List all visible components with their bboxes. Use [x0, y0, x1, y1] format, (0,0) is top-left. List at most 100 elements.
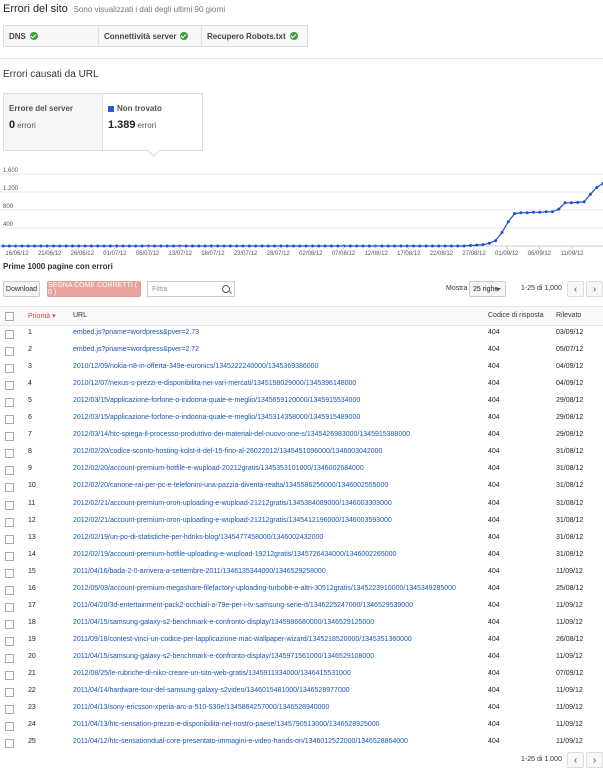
row-url-link[interactable]: 2011/09/18/contest-vinci-un-codice-per-l…: [73, 636, 412, 643]
row-detected-date: 31/08/12: [556, 550, 584, 558]
row-checkbox[interactable]: [5, 653, 14, 663]
row-checkbox[interactable]: [5, 568, 14, 578]
row-detected-date: 03/09/12: [556, 329, 584, 336]
table-row[interactable]: 19 2011/09/18/contest-vinci-un-codice-per…: [0, 632, 603, 649]
table-row[interactable]: 6 2012/03/15/applicazione-forfone-o-indoo…: [0, 410, 603, 427]
data-point: [260, 244, 264, 248]
status-dns[interactable]: DNS: [4, 26, 99, 46]
table-row[interactable]: 8 2012/02/20/codice-sconto-hosting-kolst-…: [0, 444, 603, 461]
row-url-link[interactable]: 2011/04/15/samsung-galaxy-s2-benchmark-e…: [73, 619, 374, 626]
row-checkbox[interactable]: [5, 688, 14, 698]
row-url-link[interactable]: 2012/02/20/codice-sconto-hosting-kolst-i…: [73, 448, 382, 455]
table-row[interactable]: 24 2011/04/13/htc-sensation-prezzo-e-disp…: [0, 717, 603, 734]
row-checkbox[interactable]: [5, 551, 14, 561]
row-url-link[interactable]: 2012/02/21/account-premium-oron-uploadin…: [73, 500, 392, 507]
data-point: [235, 244, 239, 248]
select-all-checkbox[interactable]: [5, 312, 14, 321]
row-url-link[interactable]: 2011/04/13/htc-sensation-prezzo-e-dispon…: [73, 721, 380, 728]
row-checkbox[interactable]: [5, 585, 14, 595]
table-row[interactable]: 25 2011/04/12/htc-sensationdual-core-pres…: [0, 734, 603, 751]
row-checkbox[interactable]: [5, 705, 14, 715]
row-response-code: 404: [488, 618, 500, 626]
table-row[interactable]: 11 2012/02/21/account-premium-oron-upload…: [0, 496, 603, 513]
table-row[interactable]: 10 2012/02/20/canone-rai-per-pc-e-telefon…: [0, 478, 603, 495]
table-row[interactable]: 7 2012/03/14/htc-spiega-il-processo-produ…: [0, 427, 603, 444]
next-page-button[interactable]: ›: [586, 752, 603, 768]
table-row[interactable]: 18 2011/04/15/samsung-galaxy-s2-benchmark…: [0, 615, 603, 632]
table-row[interactable]: 15 2011/04/16/bada-2-0-arrivera-a-settemb…: [0, 564, 603, 581]
row-url-link[interactable]: 2012/03/15/applicazione-forfone-o-indoon…: [73, 414, 360, 421]
row-url-link[interactable]: 2010/12/07/nexus-s-prezzi-e-disponibilit…: [73, 380, 356, 387]
rows-per-page-select[interactable]: 25 righe: [469, 281, 506, 297]
row-checkbox[interactable]: [5, 517, 14, 527]
row-url-link[interactable]: 2011/04/13/sony-ericsson-xperia-arc-a-51…: [73, 704, 329, 711]
table-row[interactable]: 17 2011/04/20/3d-entertainment-pack2-occh…: [0, 598, 603, 615]
row-checkbox[interactable]: [5, 415, 14, 425]
row-checkbox[interactable]: [5, 534, 14, 544]
table-row[interactable]: 12 2012/02/21/account-premium-oron-upload…: [0, 513, 603, 530]
row-url-link[interactable]: 2012/02/19/un-po-di-statistiche-per-hdri…: [73, 534, 323, 541]
row-checkbox[interactable]: [5, 483, 14, 493]
row-checkbox[interactable]: [5, 449, 14, 459]
table-row[interactable]: 3 2010/12/09/nokia-n8-in-offerta-349e-eur…: [0, 359, 603, 376]
row-checkbox[interactable]: [5, 722, 14, 732]
row-checkbox[interactable]: [5, 602, 14, 612]
table-row[interactable]: 21 2012/08/25/le-rubriche-di-niko-creare-…: [0, 666, 603, 683]
mark-fixed-button[interactable]: SEGNA COME CORRETTI ( 0 ): [47, 281, 141, 297]
row-url-link[interactable]: 2011/04/15/samsung-galaxy-s2-benchmark-e…: [73, 653, 374, 660]
download-button[interactable]: Download: [3, 281, 40, 297]
column-detected[interactable]: Rilevato: [556, 312, 581, 319]
table-row[interactable]: 22 2011/04/14/hardware-tour-del-samsung-g…: [0, 683, 603, 700]
table-row[interactable]: 2 embed.js?pname=wordpress&pver=2.72 404 05…: [0, 342, 603, 359]
row-checkbox[interactable]: [5, 398, 14, 408]
table-row[interactable]: 23 2011/04/13/sony-ericsson-xperia-arc-a-…: [0, 700, 603, 717]
row-checkbox[interactable]: [5, 739, 14, 749]
row-checkbox[interactable]: [5, 500, 14, 510]
column-code[interactable]: Codice di risposta: [488, 312, 544, 319]
row-checkbox[interactable]: [5, 330, 14, 339]
row-url-link[interactable]: 2012/02/20/canone-rai-per-pc-e-telefonin…: [73, 482, 388, 489]
row-url-link[interactable]: 2012/05/03/account-premium-megashare-fil…: [73, 585, 456, 592]
row-checkbox[interactable]: [5, 636, 14, 646]
row-checkbox[interactable]: [5, 432, 14, 442]
table-row[interactable]: 16 2012/05/03/account-premium-megashare-f…: [0, 581, 603, 598]
table-row[interactable]: 14 2012/02/19/account-premium-hotfile-upl…: [0, 547, 603, 564]
row-url-link[interactable]: 2011/04/20/3d-entertainment-pack2-occhia…: [73, 602, 413, 609]
card-not-found[interactable]: Non trovato 1.389 errori: [103, 93, 203, 151]
status-robots[interactable]: Recupero Robots.txt: [202, 26, 307, 46]
row-url-link[interactable]: 2011/04/14/hardware-tour-del-samsung-gal…: [73, 687, 350, 694]
row-url-link[interactable]: 2012/03/14/htc-spiega-il-processo-produt…: [73, 431, 410, 438]
table-row[interactable]: 4 2010/12/07/nexus-s-prezzi-e-disponibili…: [0, 376, 603, 393]
data-point: [172, 244, 176, 248]
table-row[interactable]: 13 2012/02/19/un-po-di-statistiche-per-hd…: [0, 530, 603, 547]
row-url-link[interactable]: 2010/12/09/nokia-n8-in-offerta-349e-euro…: [73, 363, 318, 370]
row-checkbox[interactable]: [5, 466, 14, 476]
card-server-error[interactable]: Errore del server 0 errori: [3, 93, 103, 151]
row-url-link[interactable]: 2012/03/15/applicazione-forfone-o-indoon…: [73, 397, 360, 404]
row-checkbox[interactable]: [5, 347, 14, 357]
row-url-link[interactable]: 2012/02/21/account-premium-oron-uploadin…: [73, 517, 392, 524]
column-priority[interactable]: Priorità ▾: [28, 312, 56, 320]
row-checkbox[interactable]: [5, 619, 14, 629]
row-url-link[interactable]: 2012/02/19/account-premium-hotfile-uploa…: [73, 551, 396, 558]
x-tick-label: 06/07/12: [136, 251, 160, 257]
row-checkbox[interactable]: [5, 364, 14, 374]
column-url[interactable]: URL: [73, 312, 87, 319]
next-page-button[interactable]: ›: [586, 281, 603, 297]
row-checkbox[interactable]: [5, 381, 14, 391]
prev-page-button[interactable]: ‹: [567, 281, 584, 297]
row-url-link[interactable]: embed.js?pname=wordpress&pver=2.73: [73, 329, 199, 336]
row-url-link[interactable]: 2012/02/20/account-premium-hotfile-e-wup…: [73, 465, 364, 472]
filter-input[interactable]: Filtra: [147, 281, 235, 297]
row-url-link[interactable]: 2012/08/25/le-rubriche-di-niko-creare-un…: [73, 670, 351, 677]
table-row[interactable]: 9 2012/02/20/account-premium-hotfile-e-wu…: [0, 461, 603, 478]
status-server[interactable]: Connettività server: [99, 26, 202, 46]
row-url-link[interactable]: 2011/04/12/htc-sensationdual-core-presen…: [73, 738, 408, 745]
table-row[interactable]: 5 2012/03/15/applicazione-forfone-o-indoo…: [0, 393, 603, 410]
row-url-link[interactable]: 2011/04/16/bada-2-0-arrivera-a-settembre…: [73, 568, 326, 575]
table-row[interactable]: 1 embed.js?pname=wordpress&pver=2.73 404 03…: [0, 325, 603, 342]
row-checkbox[interactable]: [5, 671, 14, 680]
row-url-link[interactable]: embed.js?pname=wordpress&pver=2.72: [73, 346, 199, 353]
prev-page-button[interactable]: ‹: [567, 752, 584, 768]
table-row[interactable]: 20 2011/04/15/samsung-galaxy-s2-benchmark…: [0, 649, 603, 666]
